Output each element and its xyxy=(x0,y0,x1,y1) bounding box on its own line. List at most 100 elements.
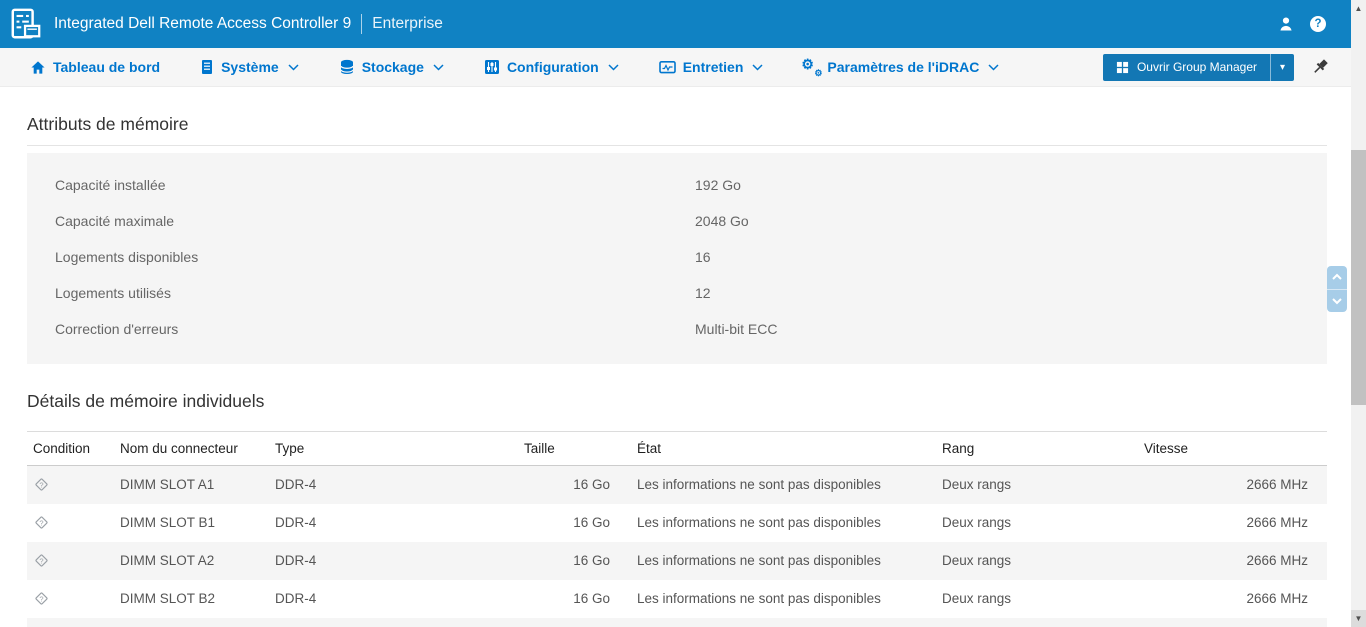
unknown-status-icon: ? xyxy=(33,514,50,531)
app-header: Integrated Dell Remote Access Controller… xyxy=(0,0,1351,48)
svg-text:?: ? xyxy=(39,594,43,603)
col-header-type: Type xyxy=(269,432,524,466)
memory-row[interactable]: ? DIMM SLOT A1 DDR-4 16 Go Les informati… xyxy=(27,466,1327,504)
memory-row[interactable]: ? DIMM SLOT B1 DDR-4 16 Go Les informati… xyxy=(27,504,1327,542)
col-header-connector: Nom du connecteur xyxy=(114,432,269,466)
title-bar: Integrated Dell Remote Access Controller… xyxy=(54,14,443,34)
idrac-settings-icon: ⚙ ⚙ xyxy=(803,59,820,75)
system-icon xyxy=(200,59,214,75)
memory-type: DDR-4 xyxy=(269,504,524,542)
memory-state: Les informations ne sont pas disponibles xyxy=(612,618,936,627)
connector-name: DIMM SLOT A3 xyxy=(114,618,269,627)
open-group-manager-button[interactable]: Ouvrir Group Manager xyxy=(1103,54,1270,81)
app-edition: Enterprise xyxy=(372,15,443,33)
attribute-value: 192 Go xyxy=(695,177,741,193)
col-header-state: État xyxy=(612,432,936,466)
memory-speed: 2666 MHz xyxy=(1144,618,1327,627)
col-header-speed: Vitesse xyxy=(1144,432,1327,466)
section-divider xyxy=(27,145,1327,146)
svg-text:?: ? xyxy=(39,518,43,527)
attribute-row: Logements disponibles 16 xyxy=(55,239,1299,275)
scrollbar-down-button[interactable]: ▼ xyxy=(1351,610,1366,627)
nav-item-dashboard[interactable]: Tableau de bord xyxy=(30,59,160,75)
col-header-condition: Condition xyxy=(27,432,114,466)
memory-rank: Deux rangs xyxy=(936,504,1144,542)
memory-type: DDR-4 xyxy=(269,580,524,618)
scroll-helper xyxy=(1327,266,1347,312)
attribute-value: Multi-bit ECC xyxy=(695,321,777,337)
memory-size: 16 Go xyxy=(524,542,612,580)
pin-icon[interactable] xyxy=(1312,58,1331,77)
memory-details-title: Détails de mémoire individuels xyxy=(27,391,1327,412)
memory-state: Les informations ne sont pas disponibles xyxy=(612,504,936,542)
nav-item-configuration[interactable]: Configuration xyxy=(484,59,619,75)
scrollbar-thumb[interactable] xyxy=(1351,150,1366,405)
nav-item-system[interactable]: Système xyxy=(200,59,299,75)
scrollbar-up-button[interactable]: ▲ xyxy=(1351,0,1366,17)
attribute-label: Capacité maximale xyxy=(55,213,695,229)
memory-speed: 2666 MHz xyxy=(1144,466,1327,504)
nav-item-storage[interactable]: Stockage xyxy=(339,59,444,75)
attribute-value: 16 xyxy=(695,249,711,265)
storage-icon xyxy=(339,59,355,75)
memory-row[interactable]: ? DIMM SLOT A3 DDR-4 16 Go Les informati… xyxy=(27,618,1327,627)
content: Attributs de mémoire Capacité installée … xyxy=(0,87,1351,627)
memory-type: DDR-4 xyxy=(269,618,524,627)
attribute-value: 12 xyxy=(695,285,711,301)
memory-type: DDR-4 xyxy=(269,542,524,580)
chevron-down-icon xyxy=(988,64,999,71)
attribute-list: Capacité installée 192 Go Capacité maxim… xyxy=(55,167,1299,347)
server-logo-icon xyxy=(9,7,43,41)
memory-row[interactable]: ? DIMM SLOT A2 DDR-4 16 Go Les informati… xyxy=(27,542,1327,580)
chevron-up-icon xyxy=(1331,273,1343,281)
memory-rank: Deux rangs xyxy=(936,542,1144,580)
memory-attributes-title: Attributs de mémoire xyxy=(27,114,1327,135)
group-manager-split-button: Ouvrir Group Manager ▾ xyxy=(1103,54,1294,81)
memory-rank: Deux rangs xyxy=(936,618,1144,627)
memory-size: 16 Go xyxy=(524,504,612,542)
scroll-down-button[interactable] xyxy=(1327,289,1347,313)
unknown-status-icon: ? xyxy=(33,476,50,493)
memory-speed: 2666 MHz xyxy=(1144,542,1327,580)
chevron-down-icon xyxy=(608,64,619,71)
attribute-row: Capacité installée 192 Go xyxy=(55,167,1299,203)
unknown-status-icon: ? xyxy=(33,590,50,607)
attribute-row: Correction d'erreurs Multi-bit ECC xyxy=(55,311,1299,347)
chevron-down-icon xyxy=(752,64,763,71)
group-manager-dropdown-button[interactable]: ▾ xyxy=(1270,54,1294,81)
idrac-logo-icon[interactable] xyxy=(8,6,44,42)
connector-name: DIMM SLOT A2 xyxy=(114,542,269,580)
memory-attributes-panel: Capacité installée 192 Go Capacité maxim… xyxy=(27,153,1327,364)
connector-name: DIMM SLOT B2 xyxy=(114,580,269,618)
memory-state: Les informations ne sont pas disponibles xyxy=(612,466,936,504)
table-header-row: Condition Nom du connecteur Type Taille … xyxy=(27,432,1327,466)
scrollbar[interactable]: ▲ ▼ xyxy=(1351,0,1366,627)
attribute-label: Correction d'erreurs xyxy=(55,321,695,337)
attribute-label: Capacité installée xyxy=(55,177,695,193)
group-manager-icon xyxy=(1116,61,1129,74)
memory-size: 16 Go xyxy=(524,580,612,618)
attribute-value: 2048 Go xyxy=(695,213,749,229)
memory-speed: 2666 MHz xyxy=(1144,580,1327,618)
chevron-down-icon xyxy=(288,64,299,71)
connector-name: DIMM SLOT A1 xyxy=(114,466,269,504)
scroll-up-button[interactable] xyxy=(1327,266,1347,289)
svg-text:?: ? xyxy=(39,556,43,565)
memory-rank: Deux rangs xyxy=(936,580,1144,618)
memory-type: DDR-4 xyxy=(269,466,524,504)
memory-speed: 2666 MHz xyxy=(1144,504,1327,542)
attribute-row: Logements utilisés 12 xyxy=(55,275,1299,311)
help-icon[interactable]: ? xyxy=(1310,16,1326,32)
col-header-size: Taille xyxy=(524,432,612,466)
memory-state: Les informations ne sont pas disponibles xyxy=(612,580,936,618)
main-nav: Tableau de bord Système Stockage xyxy=(0,48,1351,87)
nav-item-idrac-settings[interactable]: ⚙ ⚙ Paramètres de l'iDRAC xyxy=(803,59,999,75)
col-header-rank: Rang xyxy=(936,432,1144,466)
user-icon[interactable] xyxy=(1278,16,1294,32)
unknown-status-icon: ? xyxy=(33,552,50,569)
title-divider xyxy=(361,14,362,34)
nav-item-maintenance[interactable]: Entretien xyxy=(659,59,764,75)
home-icon xyxy=(30,60,46,75)
memory-row[interactable]: ? DIMM SLOT B2 DDR-4 16 Go Les informati… xyxy=(27,580,1327,618)
maintenance-icon xyxy=(659,59,676,75)
